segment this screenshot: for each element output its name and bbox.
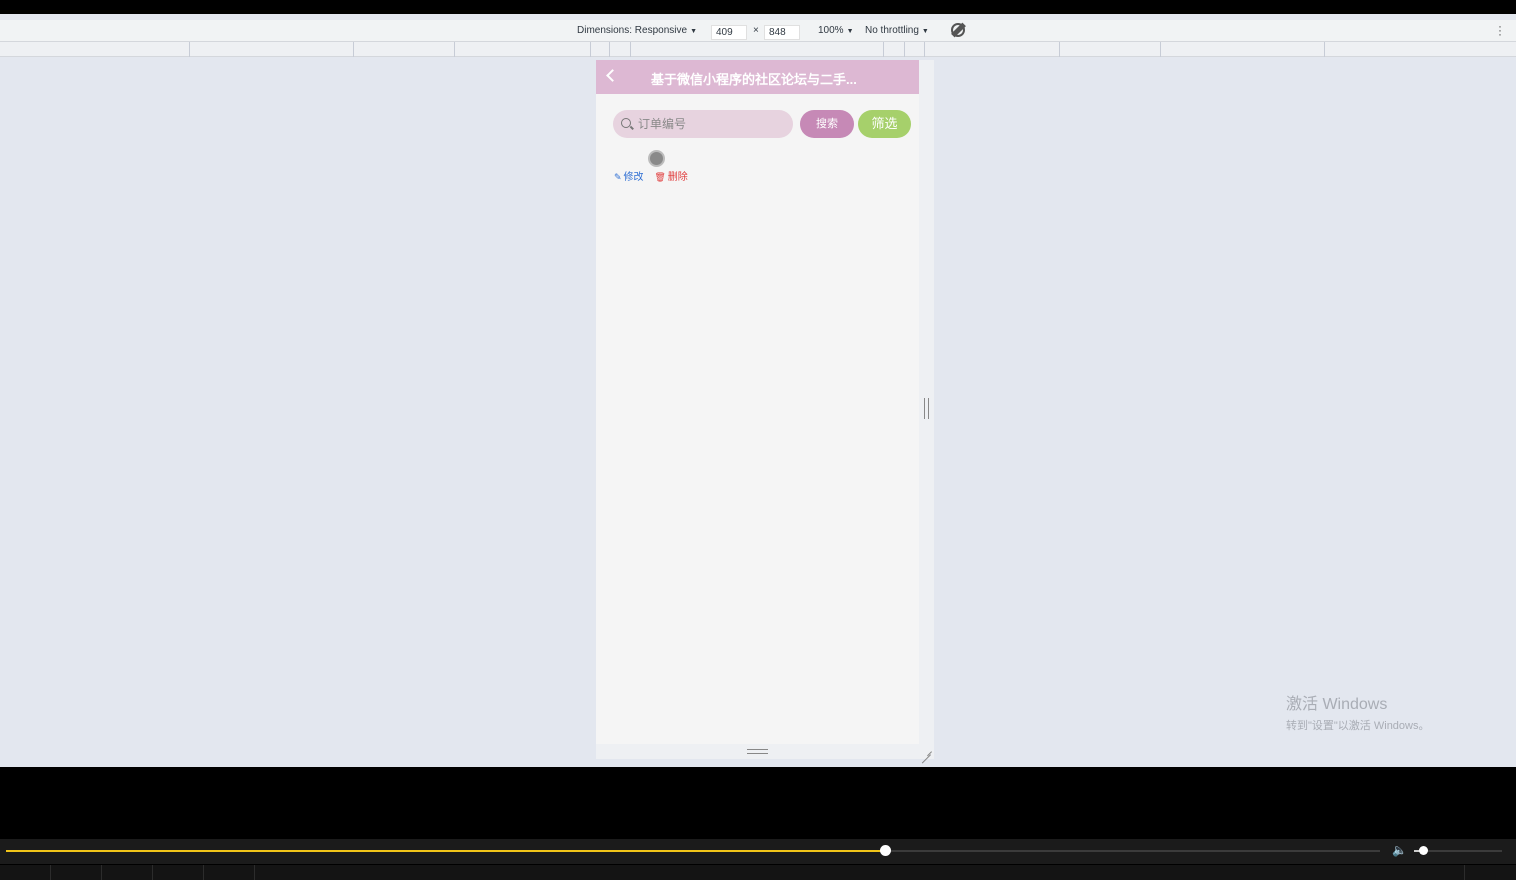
mobile-viewport: 基于微信小程序的社区论坛与二手... 搜索 筛选 ✎修改 🗑删除 (596, 60, 919, 744)
touch-cursor (648, 150, 665, 167)
resize-handle-corner[interactable] (921, 745, 931, 755)
zoom-dropdown[interactable]: 100% ▼ (818, 25, 854, 36)
width-input[interactable]: 409 (711, 25, 747, 40)
windows-activation-watermark: 激活 Windows 转到"设置"以激活 Windows。 (1286, 690, 1430, 733)
pencil-icon: ✎ (614, 172, 622, 182)
filter-button[interactable]: 筛选 (858, 110, 911, 138)
search-button[interactable]: 搜索 (800, 110, 854, 138)
throttling-caret-icon: ▼ (921, 28, 929, 35)
list-item-actions: ✎ 修改 🗑 删除 (614, 168, 688, 183)
resize-handle-bottom[interactable] (747, 749, 768, 754)
page-title: 基于微信小程序的社区论坛与二手... (651, 72, 857, 87)
rotate-icon[interactable] (951, 23, 965, 37)
media-query-ruler (0, 42, 1516, 57)
app-navbar: 基于微信小程序的社区论坛与二手... (596, 60, 919, 94)
back-arrow-icon[interactable] (606, 69, 619, 82)
delete-button[interactable]: 🗑 删除 (654, 168, 687, 183)
progress-fill (6, 850, 886, 852)
search-input[interactable] (638, 115, 788, 133)
edit-label: 修改 (623, 172, 644, 183)
times-separator: × (753, 25, 759, 36)
volume-slider[interactable] (1414, 846, 1502, 855)
trash-icon: 🗑 (654, 172, 666, 182)
screen-top-border (0, 0, 1516, 14)
search-icon (621, 118, 631, 128)
more-options-icon[interactable]: · · · (1498, 20, 1502, 40)
dimensions-dropdown[interactable]: Dimensions: Responsive ▼ (577, 25, 697, 36)
height-input[interactable]: 848 (764, 25, 800, 40)
progress-thumb[interactable] (880, 845, 892, 856)
delete-label: 删除 (667, 172, 688, 183)
watermark-subtitle: 转到"设置"以激活 Windows。 (1286, 720, 1430, 732)
edit-button[interactable]: ✎ 修改 (614, 168, 644, 183)
watermark-title: 激活 Windows (1286, 696, 1388, 713)
video-player-controls: 🔈 (0, 767, 1516, 880)
player-control-bar: 🔈 (0, 839, 1516, 864)
volume-thumb[interactable] (1418, 846, 1428, 855)
throttling-dropdown[interactable]: No throttling ▼ (865, 25, 929, 36)
dimensions-caret-icon: ▼ (690, 28, 697, 35)
volume-icon[interactable]: 🔈 (1392, 844, 1407, 856)
resize-handle-right[interactable] (924, 398, 929, 419)
search-bar[interactable] (613, 110, 793, 138)
device-toolbar: Dimensions: Responsive ▼ 409 × 848 100% ▼ … (0, 20, 1516, 42)
zoom-caret-icon: ▼ (846, 28, 854, 35)
progress-bar[interactable] (6, 845, 1380, 856)
taskbar-strip (0, 865, 1516, 880)
